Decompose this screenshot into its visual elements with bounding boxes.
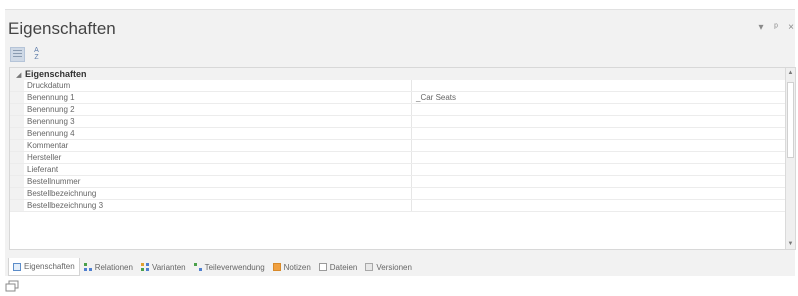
row-gutter bbox=[10, 116, 24, 127]
property-row[interactable]: Benennung 1 _Car Seats bbox=[10, 92, 785, 104]
tab-label: Varianten bbox=[151, 262, 186, 272]
property-name: Kommentar bbox=[24, 140, 412, 151]
property-value[interactable] bbox=[412, 128, 785, 139]
property-value[interactable] bbox=[412, 116, 785, 127]
property-name: Bestellbezeichnung bbox=[24, 188, 412, 199]
property-row[interactable]: Druckdatum bbox=[10, 80, 785, 92]
pin-icon[interactable]: ᵖ bbox=[772, 22, 780, 33]
tab-notizen[interactable]: Notizen bbox=[269, 258, 315, 276]
row-gutter bbox=[10, 92, 24, 103]
scrollbar-thumb[interactable] bbox=[787, 82, 794, 158]
property-rows: ◢ Eigenschaften Druckdatum Benennung 1 _Car… bbox=[10, 68, 785, 212]
relations-icon bbox=[83, 263, 92, 271]
tab-label: Eigenschaften bbox=[24, 262, 75, 271]
property-row[interactable]: Bestellnummer bbox=[10, 176, 785, 188]
property-row[interactable]: Benennung 4 bbox=[10, 128, 785, 140]
tab-versionen[interactable]: Versionen bbox=[361, 258, 416, 276]
property-row[interactable]: Kommentar bbox=[10, 140, 785, 152]
property-value[interactable] bbox=[412, 164, 785, 175]
property-row[interactable]: Lieferant bbox=[10, 164, 785, 176]
property-name: Bestellnummer bbox=[24, 176, 412, 187]
categorized-icon bbox=[13, 50, 22, 58]
property-row[interactable]: Benennung 3 bbox=[10, 116, 785, 128]
property-name: Benennung 1 bbox=[24, 92, 412, 103]
property-value[interactable] bbox=[412, 140, 785, 151]
collapse-chevron-icon[interactable]: ◢ bbox=[16, 70, 25, 82]
tab-label: Versionen bbox=[376, 262, 412, 272]
vertical-scrollbar[interactable]: ▲ ▼ bbox=[785, 68, 795, 249]
properties-panel: Eigenschaften ▾ ᵖ × AZ ◢ Eigenschaften Dr… bbox=[5, 9, 796, 276]
files-icon bbox=[318, 263, 327, 271]
properties-icon bbox=[13, 262, 21, 271]
property-name: Bestellbezeichnung 3 bbox=[24, 200, 412, 211]
property-name: Druckdatum bbox=[24, 80, 412, 91]
panel-titlebar: Eigenschaften ▾ ᵖ × bbox=[5, 10, 795, 42]
property-row[interactable]: Hersteller bbox=[10, 152, 785, 164]
row-gutter bbox=[10, 176, 24, 187]
tab-dateien[interactable]: Dateien bbox=[315, 258, 362, 276]
sort-az-icon: AZ bbox=[34, 47, 39, 61]
category-label: Eigenschaften bbox=[25, 69, 87, 79]
close-icon[interactable]: × bbox=[787, 22, 795, 33]
tab-label: Dateien bbox=[329, 262, 358, 272]
property-name: Lieferant bbox=[24, 164, 412, 175]
property-value[interactable] bbox=[412, 176, 785, 187]
categorized-view-button[interactable] bbox=[10, 46, 25, 62]
restore-window-icon[interactable] bbox=[5, 280, 19, 292]
property-grid: ◢ Eigenschaften Druckdatum Benennung 1 _Car… bbox=[9, 67, 796, 250]
property-name: Hersteller bbox=[24, 152, 412, 163]
property-row[interactable]: Bestellbezeichnung bbox=[10, 188, 785, 200]
tab-relationen[interactable]: Relationen bbox=[80, 258, 137, 276]
property-name: Benennung 4 bbox=[24, 128, 412, 139]
property-name: Benennung 2 bbox=[24, 104, 412, 115]
tab-eigenschaften[interactable]: Eigenschaften bbox=[8, 258, 80, 276]
property-row[interactable]: Benennung 2 bbox=[10, 104, 785, 116]
tab-teileverwendung[interactable]: Teileverwendung bbox=[190, 258, 269, 276]
versions-icon bbox=[365, 263, 374, 271]
tab-varianten[interactable]: Varianten bbox=[137, 258, 190, 276]
property-value[interactable] bbox=[412, 104, 785, 115]
panel-title: Eigenschaften bbox=[8, 19, 116, 38]
property-value[interactable] bbox=[412, 188, 785, 199]
scroll-up-icon[interactable]: ▲ bbox=[786, 70, 795, 76]
tab-label: Relationen bbox=[94, 262, 133, 272]
panel-toolbar: AZ bbox=[10, 46, 44, 62]
row-gutter bbox=[10, 128, 24, 139]
category-row[interactable]: ◢ Eigenschaften bbox=[10, 68, 785, 80]
tab-label: Notizen bbox=[283, 262, 311, 272]
window-controls: ▾ ᵖ × bbox=[757, 22, 795, 33]
row-gutter bbox=[10, 152, 24, 163]
property-name: Benennung 3 bbox=[24, 116, 412, 127]
alphabetical-sort-button[interactable]: AZ bbox=[29, 47, 44, 62]
row-gutter bbox=[10, 164, 24, 175]
scroll-down-icon[interactable]: ▼ bbox=[786, 241, 795, 247]
property-value[interactable] bbox=[412, 80, 785, 91]
notes-icon bbox=[272, 263, 281, 271]
variants-icon bbox=[140, 263, 149, 271]
row-gutter bbox=[10, 188, 24, 199]
part-usage-icon bbox=[193, 263, 202, 271]
property-row[interactable]: Bestellbezeichnung 3 bbox=[10, 200, 785, 212]
tab-label: Teileverwendung bbox=[204, 262, 265, 272]
row-gutter bbox=[10, 104, 24, 115]
property-value[interactable]: _Car Seats bbox=[412, 92, 785, 103]
bottom-tabs: Eigenschaften Relationen Varianten Teilever… bbox=[8, 258, 416, 276]
dropdown-icon[interactable]: ▾ bbox=[757, 22, 765, 33]
row-gutter bbox=[10, 200, 24, 211]
property-value[interactable] bbox=[412, 152, 785, 163]
property-value[interactable] bbox=[412, 200, 785, 211]
row-gutter bbox=[10, 140, 24, 151]
